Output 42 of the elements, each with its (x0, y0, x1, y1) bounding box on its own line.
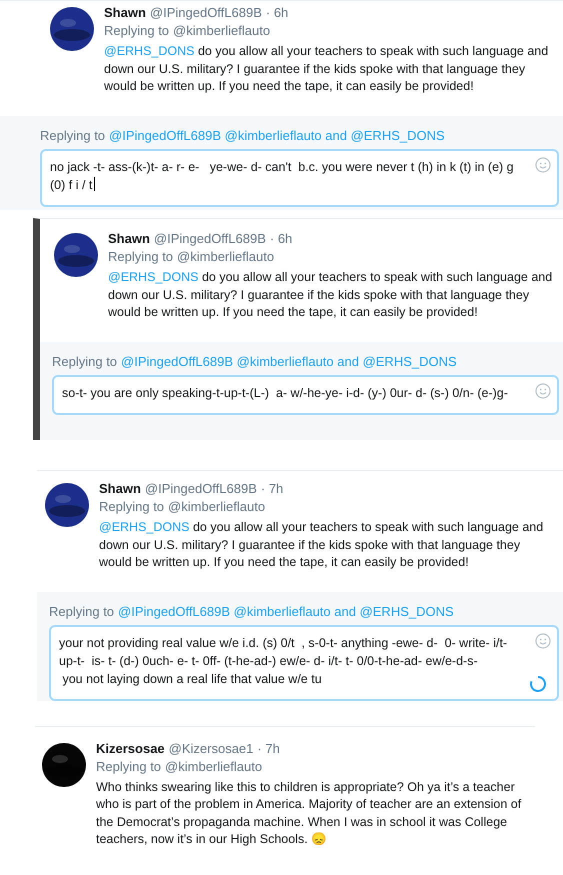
replying-label: Replying to (49, 604, 114, 618)
replying-label: Replying to (108, 249, 174, 264)
replying-label: Replying to (52, 354, 118, 368)
emoji-icon[interactable] (535, 156, 551, 172)
author-name[interactable]: Shawn (99, 481, 141, 496)
replying-to-handle[interactable]: @kimberlieflauto (177, 249, 274, 264)
reply-recipients[interactable]: @IPingedOffL689B @kimberlieflauto and @ERHS_DONS (118, 604, 454, 618)
author-name[interactable]: Kizersosae (96, 740, 165, 756)
author-handle[interactable]: @IPingedOffL689B (154, 231, 266, 246)
reply-field[interactable]: so-t- you are only speaking-t-up-t-(L-) a- w/-he-ye- i-d- (y-) 0ur- d- (s-) 0/n- (e-)g- (52, 374, 559, 414)
reply-text: so-t- you are only speaking-t-up-t-(L-) a- w/-he-ye- i-d- (y-) 0ur- d- (s-) 0/n- (e-)g- (62, 384, 509, 402)
reply-recipients[interactable]: @IPingedOffL689B @kimberlieflauto and @ERHS_DONS (121, 354, 457, 368)
reply-recipients[interactable]: @IPingedOffL689B @kimberlieflauto and @ERHS_DONS (109, 128, 445, 142)
replying-label: Replying to (96, 758, 162, 774)
author-handle[interactable]: @Kizersosae1 (168, 740, 254, 756)
author-handle[interactable]: @IPingedOffL689B (150, 5, 262, 20)
author-name[interactable]: Shawn (104, 5, 146, 20)
replying-to-handle[interactable]: @kimberlieflauto (168, 499, 266, 514)
tweet-text: @ERHS_DONS do you allow all your teachers to speak with such language and down our U.S. military? I guarantee if the kids spoke with that language they would be written up. If you need the tape, it can easily be provided! (104, 43, 548, 95)
reply-field[interactable] (49, 624, 559, 700)
replying-label: Replying to (99, 499, 164, 514)
tweet-time: · 7h (257, 740, 280, 756)
reply-text: your not providing real value w/e i.d. (s) 0/t , s-0-t- anything -ewe- d- 0- write- i/t- up-t- is- t- (d-) 0uch- e- t- 0ff- (t-he-ad-) ew/e- d- i/t- t- 0/0-t-he-ad- ew/e-d-s- you not laying down a real life that value w/e tu (59, 634, 508, 688)
replying-to-handle[interactable]: @kimberlieflauto (173, 23, 270, 38)
reply-field[interactable]: no jack -t- ass-(k-)t- a- r- e- ye-we- d- can't b.c. you were never t (h) in k (t) in (e) g (0) f i / t (40, 148, 559, 206)
author-name[interactable]: Shawn (108, 231, 150, 246)
emoji-icon[interactable] (535, 632, 551, 648)
tweet-text: Who thinks swearing like this to children is appropriate? Oh ya it’s a teacher who is part of the problem in America. Majority of teacher are an extension of the Democrat’s propaganda machine. When I was in school it was College teachers, now it’s in our High Schools. 😞 (96, 778, 522, 848)
tweet-time: · 6h (266, 5, 288, 20)
replying-label: Replying to (40, 128, 106, 142)
author-handle[interactable]: @IPingedOffL689B (144, 481, 257, 496)
mention-link[interactable]: @ERHS_DONS (104, 44, 194, 58)
reply-text: no jack -t- ass-(k-)t- a- r- e- ye-we- d- can't b.c. you were never t (h) in k (t) in (e) g (0) f i / t (50, 158, 515, 194)
replying-label: Replying to (104, 23, 170, 38)
tweet-time: · 6h (270, 231, 292, 246)
emoji-icon[interactable] (535, 382, 551, 398)
mention-link[interactable]: @ERHS_DONS (108, 270, 198, 284)
mention-link[interactable]: @ERHS_DONS (99, 520, 190, 534)
tweet-time: · 7h (260, 481, 284, 496)
tweet-text: @ERHS_DONS do you allow all your teachers to speak with such language and down our U.S. military? I guarantee if the kids spoke with that language they would be written up. If you need the tape, it can easily be provided! (108, 269, 552, 321)
tweet-text: @ERHS_DONS do you allow all your teachers to speak with such language and down our U.S. military? I guarantee if the kids spoke with that language they would be written up. If you need the tape, it can easily be provided! (99, 519, 544, 571)
replying-to-handle[interactable]: @kimberlieflauto (165, 758, 262, 774)
